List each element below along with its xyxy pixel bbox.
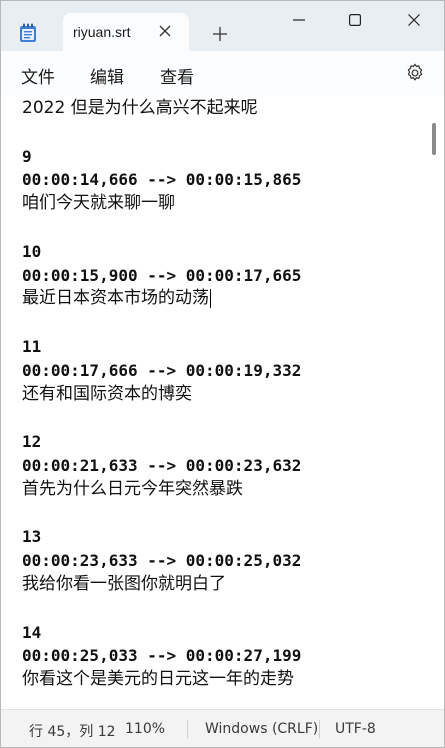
- editor-line[interactable]: 14: [22, 621, 422, 645]
- editor-line-text: 最近日本资本市场的动荡: [22, 288, 209, 309]
- editor-line-text: 00:00:17,666 --> 00:00:19,332: [22, 360, 302, 380]
- editor-line-text: 00:00:23,633 --> 00:00:25,032: [22, 551, 302, 571]
- notepad-window: riyuan.srt 文件 编辑 查看 2022 但是为什么高兴不起来呢 9 0…: [0, 0, 445, 748]
- editor-line[interactable]: 10: [22, 240, 422, 264]
- editor-line[interactable]: 00:00:15,900 --> 00:00:17,665: [22, 264, 422, 288]
- status-zoom[interactable]: 110%: [125, 721, 165, 737]
- editor-line[interactable]: 我给你看一张图你就明白了: [22, 573, 422, 597]
- tab-title: riyuan.srt: [73, 24, 131, 40]
- editor-line[interactable]: 你看这个是美元的日元这一年的走势: [22, 668, 422, 692]
- editor-line[interactable]: 00:00:21,633 --> 00:00:23,632: [22, 454, 422, 478]
- text-caret: [210, 288, 211, 308]
- editor-line-text: 10: [22, 241, 42, 261]
- editor-line-text: 00:00:14,666 --> 00:00:15,865: [22, 170, 302, 190]
- editor-line[interactable]: [22, 311, 422, 335]
- status-bar: 行 45，列 12 110% Windows (CRLF) UTF-8: [1, 709, 444, 747]
- gear-icon[interactable]: [404, 62, 426, 84]
- title-bar[interactable]: riyuan.srt: [1, 1, 444, 51]
- editor-line[interactable]: 9: [22, 145, 422, 169]
- menu-bar: 文件 编辑 查看: [1, 51, 444, 95]
- editor-line-text: 首先为什么日元今年突然暴跌: [22, 478, 243, 499]
- editor-line[interactable]: 13: [22, 525, 422, 549]
- editor-line[interactable]: [22, 121, 422, 145]
- close-icon[interactable]: [402, 9, 426, 31]
- maximize-icon[interactable]: [343, 9, 367, 31]
- editor-line[interactable]: [22, 502, 422, 526]
- editor-line-text: 12: [22, 432, 42, 452]
- editor-line[interactable]: 00:00:25,033 --> 00:00:27,199: [22, 644, 422, 668]
- editor-line[interactable]: 最近日本资本市场的动荡: [22, 287, 422, 311]
- plus-icon[interactable]: [209, 23, 231, 45]
- editor-line-text: 00:00:21,633 --> 00:00:23,632: [22, 455, 302, 475]
- menu-file[interactable]: 文件: [21, 63, 55, 88]
- status-divider: [187, 720, 188, 738]
- editor-line[interactable]: 2022 但是为什么高兴不起来呢: [22, 97, 422, 121]
- editor-line-text: 咱们今天就来聊一聊: [22, 193, 175, 214]
- editor-line-text: 14: [22, 622, 42, 642]
- editor-line-text: 00:00:15,900 --> 00:00:17,665: [22, 265, 302, 285]
- status-encoding[interactable]: UTF-8: [335, 721, 376, 737]
- menu-edit[interactable]: 编辑: [90, 63, 124, 88]
- editor-line-text: 你看这个是美元的日元这一年的走势: [22, 669, 294, 690]
- editor-line-text: 我给你看一张图你就明白了: [22, 573, 226, 594]
- editor-line-text: 2022 但是为什么高兴不起来呢: [22, 98, 258, 118]
- editor-line[interactable]: 12: [22, 430, 422, 454]
- editor-line[interactable]: 首先为什么日元今年突然暴跌: [22, 478, 422, 502]
- vertical-scrollbar[interactable]: [432, 123, 436, 155]
- editor-line[interactable]: 11: [22, 335, 422, 359]
- editor-line[interactable]: [22, 597, 422, 621]
- editor-line[interactable]: 00:00:23,633 --> 00:00:25,032: [22, 549, 422, 573]
- editor-line-text: 9: [22, 146, 32, 166]
- editor-line-text: 13: [22, 527, 42, 547]
- text-editor[interactable]: 2022 但是为什么高兴不起来呢 9 00:00:14,666 --> 00:00:…: [1, 95, 444, 709]
- tab-close-icon[interactable]: [155, 21, 175, 41]
- status-cursor-position[interactable]: 行 45，列 12: [29, 721, 116, 741]
- tab-riyuan[interactable]: riyuan.srt: [63, 13, 189, 51]
- editor-line[interactable]: 咱们今天就来聊一聊: [22, 192, 422, 216]
- editor-line-text: 11: [22, 336, 42, 356]
- notepad-icon: [19, 23, 37, 43]
- status-divider: [319, 720, 320, 738]
- editor-line[interactable]: 还有和国际资本的博奕: [22, 383, 422, 407]
- editor-line[interactable]: [22, 406, 422, 430]
- editor-line[interactable]: 00:00:14,666 --> 00:00:15,865: [22, 168, 422, 192]
- editor-line-text: 00:00:25,033 --> 00:00:27,199: [22, 646, 302, 666]
- editor-line-text: 还有和国际资本的博奕: [22, 383, 192, 404]
- editor-lines[interactable]: 2022 但是为什么高兴不起来呢 9 00:00:14,666 --> 00:00:…: [22, 95, 422, 692]
- menu-view[interactable]: 查看: [160, 63, 194, 88]
- status-line-ending[interactable]: Windows (CRLF): [205, 721, 318, 737]
- editor-line[interactable]: 00:00:17,666 --> 00:00:19,332: [22, 359, 422, 383]
- minimize-icon[interactable]: [287, 9, 311, 31]
- editor-line[interactable]: [22, 216, 422, 240]
